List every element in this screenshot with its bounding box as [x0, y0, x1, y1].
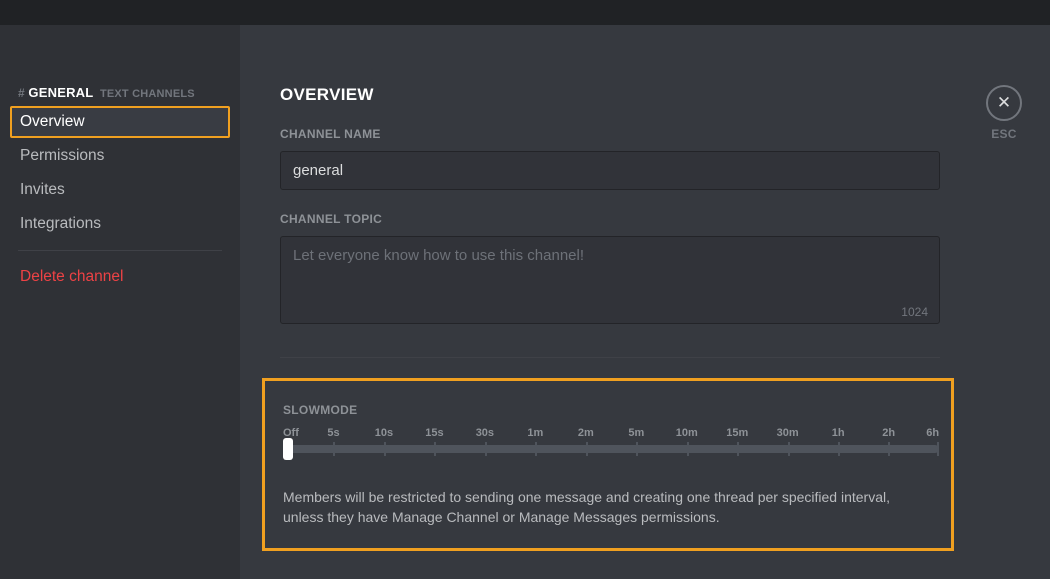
slider-tick [937, 442, 939, 456]
close-group: ✕ ESC [986, 85, 1022, 141]
char-count: 1024 [901, 305, 928, 319]
sidebar-item-permissions[interactable]: Permissions [10, 140, 230, 172]
slider-tick [737, 442, 739, 456]
slider-tick [485, 442, 487, 456]
sidebar-item-invites[interactable]: Invites [10, 174, 230, 206]
channel-name-group: CHANNEL NAME [280, 127, 1010, 190]
tick-label: 10s [359, 427, 409, 439]
delete-channel-label: Delete channel [20, 268, 123, 285]
sidebar-item-label: Permissions [20, 147, 104, 164]
slider-tick [535, 442, 537, 456]
slider-tick-labels: Off 5s 10s 15s 30s 1m 2m 5m 10m 15m 30m … [283, 427, 939, 439]
slider-tick [333, 442, 335, 456]
slider-tick [384, 442, 386, 456]
channel-topic-input[interactable] [280, 236, 940, 324]
hash-icon: # [18, 86, 25, 100]
slider-tick [434, 442, 436, 456]
slider-track[interactable] [283, 445, 939, 453]
tick-label: 6h [914, 427, 939, 439]
tick-label: 30s [460, 427, 510, 439]
sidebar-divider [18, 250, 222, 251]
channel-type-subtitle: TEXT CHANNELS [100, 88, 195, 100]
slowmode-slider[interactable]: Off 5s 10s 15s 30s 1m 2m 5m 10m 15m 30m … [283, 427, 939, 467]
tick-label: 2h [863, 427, 913, 439]
top-bar [0, 0, 1050, 25]
tick-label: 15m [712, 427, 762, 439]
slowmode-label: SLOWMODE [283, 403, 933, 417]
channel-name-header: GENERAL [28, 85, 93, 100]
close-button[interactable]: ✕ [986, 85, 1022, 121]
slowmode-description: Members will be restricted to sending on… [283, 487, 923, 528]
slider-tick [636, 442, 638, 456]
channel-topic-label: CHANNEL TOPIC [280, 212, 1010, 226]
sidebar-item-integrations[interactable]: Integrations [10, 208, 230, 240]
channel-name-label: CHANNEL NAME [280, 127, 1010, 141]
tick-label: 30m [762, 427, 812, 439]
settings-container: # GENERAL TEXT CHANNELS Overview Permiss… [0, 25, 1050, 579]
tick-label: 15s [409, 427, 459, 439]
sidebar-item-overview[interactable]: Overview [10, 106, 230, 138]
tick-label: 5s [308, 427, 358, 439]
slider-tick [788, 442, 790, 456]
slowmode-section: SLOWMODE Off 5s 10s 15s 30s 1m 2m 5m 10m… [262, 378, 954, 551]
slider-tick [687, 442, 689, 456]
tick-label: 5m [611, 427, 661, 439]
channel-name-input[interactable] [280, 151, 940, 190]
slider-handle[interactable] [283, 438, 293, 460]
sidebar-item-label: Overview [20, 113, 85, 130]
tick-label: 10m [662, 427, 712, 439]
sidebar-item-label: Invites [20, 181, 65, 198]
close-label: ESC [986, 127, 1022, 141]
sidebar-item-label: Integrations [20, 215, 101, 232]
channel-topic-group: CHANNEL TOPIC 1024 [280, 212, 1010, 329]
tick-label: 1m [510, 427, 560, 439]
tick-label: 2m [561, 427, 611, 439]
main-content: OVERVIEW CHANNEL NAME CHANNEL TOPIC 1024… [240, 25, 1050, 579]
page-title: OVERVIEW [280, 85, 1010, 105]
slider-tick [838, 442, 840, 456]
channel-topic-input-wrap: 1024 [280, 236, 940, 329]
slider-tick [888, 442, 890, 456]
slider-tick [586, 442, 588, 456]
delete-channel-button[interactable]: Delete channel [10, 261, 230, 293]
sidebar: # GENERAL TEXT CHANNELS Overview Permiss… [0, 25, 240, 579]
tick-label: 1h [813, 427, 863, 439]
close-icon: ✕ [997, 93, 1011, 113]
sidebar-header: # GENERAL TEXT CHANNELS [10, 85, 230, 106]
section-divider [280, 357, 940, 358]
